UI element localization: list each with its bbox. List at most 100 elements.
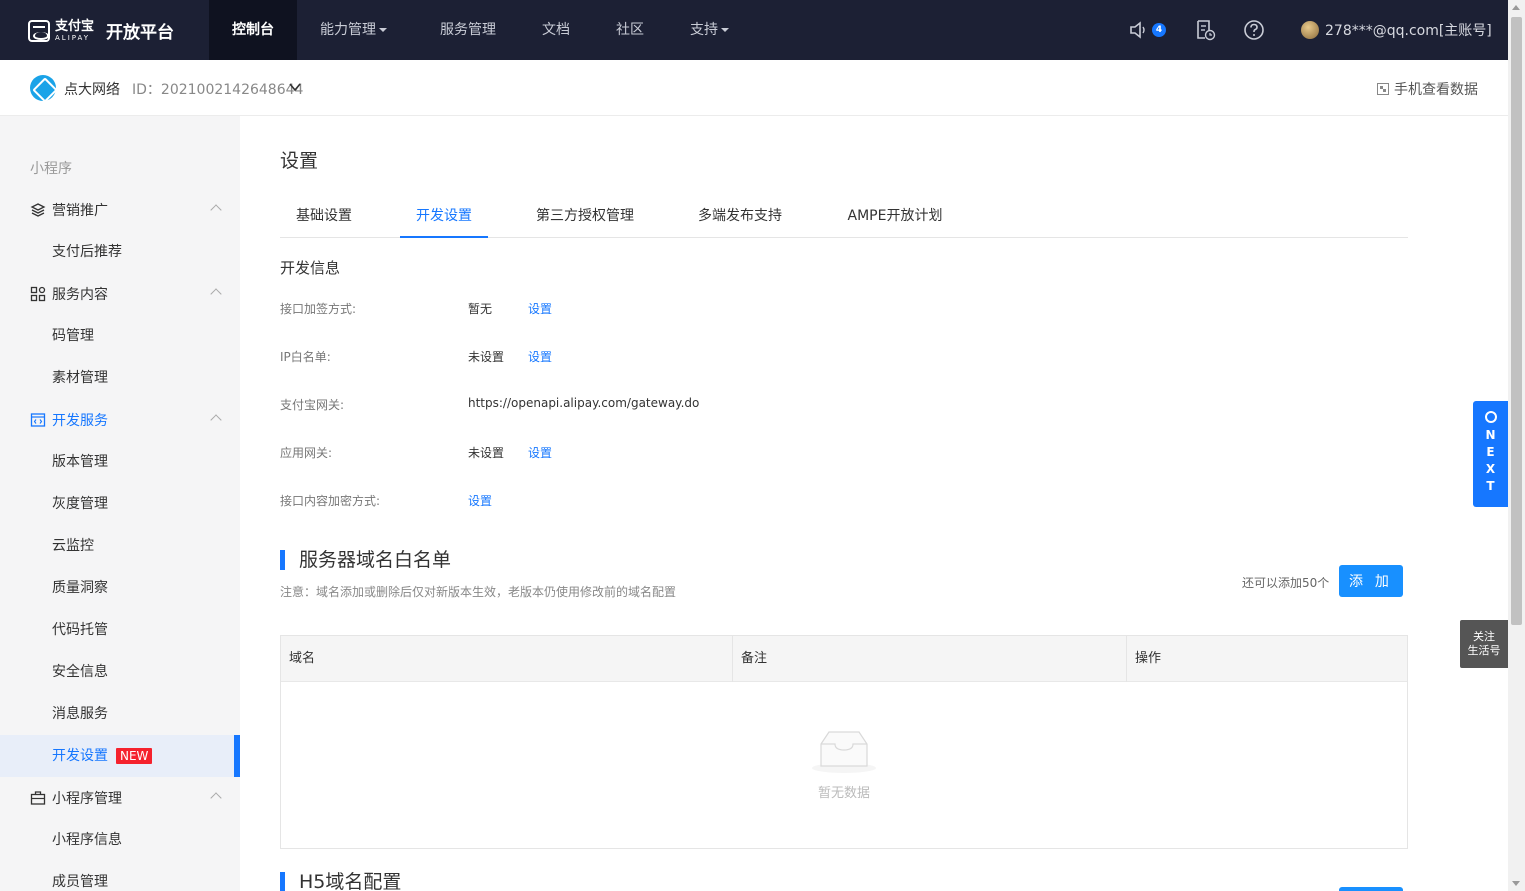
sidebar: 小程序 营销推广 支付后推荐 服务内容 码管理 素材管理 开发服务 版本管理 灰… xyxy=(0,116,240,891)
app-name[interactable]: 点大网络 xyxy=(64,79,120,99)
chevron-up-icon xyxy=(210,204,222,216)
phone-view-link[interactable]: 手机查看数据 xyxy=(1377,79,1478,99)
col-domain: 域名 xyxy=(281,636,733,682)
chevron-up-icon xyxy=(210,288,222,300)
briefcase-icon xyxy=(30,791,46,805)
scroll-up-icon[interactable] xyxy=(1512,5,1520,10)
sidebar-item-security[interactable]: 安全信息 xyxy=(0,651,240,693)
app-gateway-set-link[interactable]: 设置 xyxy=(528,444,552,461)
whitelist-remaining: 还可以添加50个 xyxy=(1242,576,1330,590)
sign-method-label: 接口加签方式: xyxy=(280,302,357,316)
platform-title: 开放平台 xyxy=(106,23,175,43)
document-clock-icon[interactable] xyxy=(1194,19,1216,41)
chevron-down-icon xyxy=(379,28,387,32)
sidebar-item-version[interactable]: 版本管理 xyxy=(0,441,240,483)
app-header: 点大网络 ID：2021002142648644 手机查看数据 xyxy=(0,60,1508,116)
app-logo-icon xyxy=(30,75,56,101)
sidebar-group-miniapp[interactable]: 小程序管理 xyxy=(0,777,240,819)
add-h5-domain-button[interactable] xyxy=(1339,887,1403,891)
user-name: 278***@qq.com[主账号] xyxy=(1325,23,1492,39)
brand-en: ALIPAY xyxy=(55,33,91,42)
speaker-icon[interactable] xyxy=(1128,19,1150,41)
follow-life-account-button[interactable]: 关注 生活号 xyxy=(1460,620,1508,668)
alipay-logo[interactable]: 支付宝 ALIPAY 开放平台 xyxy=(28,18,174,43)
app-id: ID：2021002142648644 xyxy=(132,82,304,98)
sidebar-group-dev[interactable]: 开发服务 xyxy=(0,399,240,441)
user-account[interactable]: 278***@qq.com[主账号] xyxy=(1301,20,1492,40)
nav-community[interactable]: 社区 xyxy=(616,0,644,60)
sidebar-item-dev-settings[interactable]: 开发设置 NEW xyxy=(0,735,240,777)
robot-icon xyxy=(1484,411,1497,423)
next-letter: N xyxy=(1485,428,1496,442)
sidebar-item-members[interactable]: 成员管理 xyxy=(0,861,240,891)
tab-ampe[interactable]: AMPE开放计划 xyxy=(840,200,950,238)
next-floating-tab[interactable]: N E X T xyxy=(1473,401,1508,507)
whitelist-title: 服务器域名白名单 xyxy=(280,550,451,570)
chevron-down-icon[interactable] xyxy=(289,81,301,93)
tab-third-party[interactable]: 第三方授权管理 xyxy=(530,200,640,238)
ip-whitelist-value: 未设置 xyxy=(468,350,505,364)
h5-domain-title: H5域名配置 xyxy=(280,872,401,891)
main-content: 设置 基础设置 开发设置 第三方授权管理 多端发布支持 AMPE开放计划 开发信… xyxy=(240,116,1508,891)
page-scrollbar[interactable] xyxy=(1508,0,1525,891)
notice-badge: 4 xyxy=(1152,23,1166,37)
sidebar-item-message[interactable]: 消息服务 xyxy=(0,693,240,735)
sidebar-group-content[interactable]: 服务内容 xyxy=(0,273,240,315)
tab-multi-platform[interactable]: 多端发布支持 xyxy=(685,200,795,238)
avatar xyxy=(1301,21,1319,39)
nav-console[interactable]: 控制台 xyxy=(209,0,297,60)
nav-capability[interactable]: 能力管理 xyxy=(320,0,387,60)
top-nav: 支付宝 ALIPAY 开放平台 控制台 能力管理 服务管理 文档 社区 支持 4… xyxy=(0,0,1508,60)
ip-whitelist-set-link[interactable]: 设置 xyxy=(528,348,552,365)
sidebar-group-marketing[interactable]: 营销推广 xyxy=(0,189,240,231)
nav-docs[interactable]: 文档 xyxy=(542,0,570,60)
nav-service[interactable]: 服务管理 xyxy=(440,0,496,60)
next-letter: X xyxy=(1485,462,1496,476)
alipay-gateway-label: 支付宝网关: xyxy=(280,398,345,412)
ip-whitelist-label: IP白名单: xyxy=(280,350,331,364)
sidebar-item-quality[interactable]: 质量洞察 xyxy=(0,567,240,609)
sign-method-value: 暂无 xyxy=(468,302,493,316)
table-header: 域名 备注 操作 xyxy=(281,636,1407,682)
sidebar-item-code[interactable]: 码管理 xyxy=(0,315,240,357)
whitelist-note: 注意：域名添加或删除后仅对新版本生效，老版本仍使用修改前的域名配置 xyxy=(280,585,677,599)
settings-tabs: 基础设置 开发设置 第三方授权管理 多端发布支持 AMPE开放计划 xyxy=(280,200,1408,238)
scroll-down-icon[interactable] xyxy=(1512,881,1520,886)
sign-method-set-link[interactable]: 设置 xyxy=(528,300,552,317)
help-icon[interactable] xyxy=(1243,19,1265,41)
alipay-gateway-value: https://openapi.alipay.com/gateway.do xyxy=(468,396,700,410)
scroll-thumb[interactable] xyxy=(1511,17,1522,625)
page-title: 设置 xyxy=(280,150,319,172)
sidebar-item-gray[interactable]: 灰度管理 xyxy=(0,483,240,525)
follow-line1: 关注 xyxy=(1473,630,1495,643)
encrypt-method-set-link[interactable]: 设置 xyxy=(468,492,492,509)
tab-dev[interactable]: 开发设置 xyxy=(400,200,488,238)
next-letter: T xyxy=(1486,479,1495,493)
chevron-up-icon xyxy=(210,414,222,426)
sidebar-item-miniapp-info[interactable]: 小程序信息 xyxy=(0,819,240,861)
add-domain-button[interactable]: 添 加 xyxy=(1339,565,1403,597)
nav-support[interactable]: 支持 xyxy=(690,0,729,60)
sidebar-section-title: 小程序 xyxy=(30,161,72,177)
chevron-up-icon xyxy=(210,792,222,804)
sidebar-item-cloud-monitor[interactable]: 云监控 xyxy=(0,525,240,567)
empty-inbox-icon xyxy=(812,731,876,773)
dev-info-title: 开发信息 xyxy=(280,259,341,277)
next-letter: E xyxy=(1486,445,1495,459)
qrcode-icon xyxy=(1377,83,1389,95)
app-gateway-value: 未设置 xyxy=(468,446,505,460)
sidebar-item-code-hosting[interactable]: 代码托管 xyxy=(0,609,240,651)
alipay-logo-icon xyxy=(28,19,50,42)
sidebar-item-material[interactable]: 素材管理 xyxy=(0,357,240,399)
col-action: 操作 xyxy=(1135,651,1162,666)
new-badge: NEW xyxy=(116,748,153,764)
empty-text: 暂无数据 xyxy=(817,786,870,801)
col-remark: 备注 xyxy=(733,636,1127,682)
app-gateway-label: 应用网关: xyxy=(280,446,333,460)
domain-table: 域名 备注 操作 暂无数据 xyxy=(280,635,1408,849)
chevron-down-icon xyxy=(721,28,729,32)
follow-line2: 生活号 xyxy=(1467,644,1501,657)
sidebar-item-after-pay[interactable]: 支付后推荐 xyxy=(0,231,240,273)
encrypt-method-label: 接口内容加密方式: xyxy=(280,494,381,508)
tab-basic[interactable]: 基础设置 xyxy=(280,200,368,238)
